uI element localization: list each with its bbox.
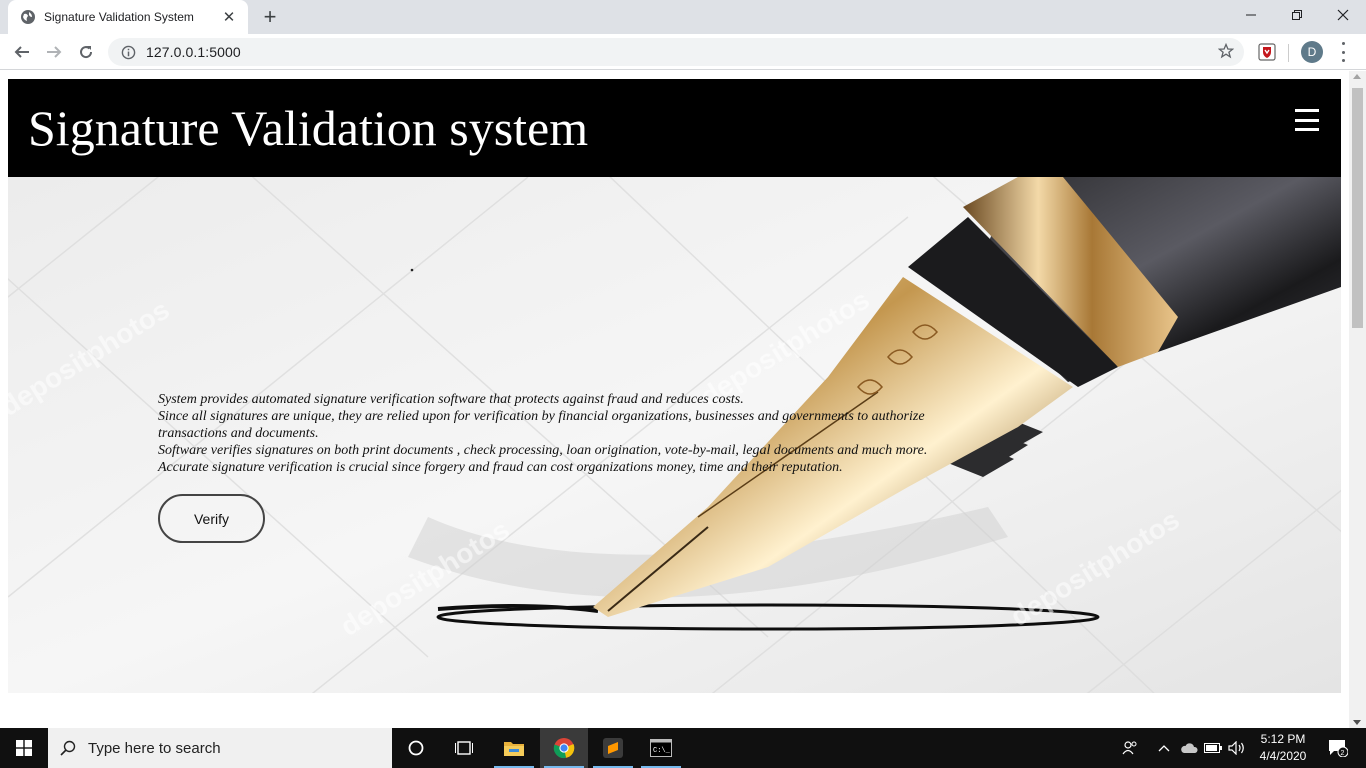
menu-kebab-icon[interactable]	[1338, 42, 1348, 62]
maximize-button[interactable]	[1274, 0, 1320, 30]
browser-tab[interactable]: Signature Validation System ✕	[8, 0, 248, 34]
scroll-down-arrow-icon[interactable]	[1353, 720, 1361, 725]
task-view-icon[interactable]	[440, 728, 488, 768]
chevron-up-icon[interactable]	[1154, 728, 1174, 768]
chrome-taskbar-icon[interactable]	[540, 728, 588, 768]
profile-avatar[interactable]: D	[1301, 41, 1323, 63]
globe-icon	[20, 9, 36, 25]
windows-logo-icon	[16, 740, 32, 756]
address-bar[interactable]: 127.0.0.1:5000	[108, 38, 1244, 66]
bookmark-star-icon[interactable]	[1217, 42, 1235, 64]
new-tab-button[interactable]: +	[258, 6, 282, 28]
back-arrow-icon	[14, 46, 29, 58]
extension-shield-icon[interactable]	[1258, 43, 1276, 61]
taskbar-clock[interactable]: 5:12 PM 4/4/2020	[1252, 731, 1314, 765]
forward-arrow-icon	[47, 46, 62, 58]
hero-line: System provides automated signature veri…	[158, 392, 744, 407]
hero-line: Software verifies signatures on both pri…	[158, 443, 928, 475]
search-icon	[60, 740, 76, 756]
verify-button[interactable]: Verify	[158, 494, 265, 543]
battery-icon[interactable]	[1202, 728, 1224, 768]
windows-taskbar: Type here to search C:\_ 5:12 PM 4/4/202…	[0, 728, 1366, 768]
hero-description: System provides automated signature veri…	[158, 391, 928, 476]
browser-toolbar: 127.0.0.1:5000 D	[0, 34, 1366, 70]
close-window-button[interactable]	[1320, 0, 1366, 30]
notification-count: 2	[1341, 750, 1345, 757]
scrollbar-thumb[interactable]	[1352, 88, 1363, 328]
search-placeholder: Type here to search	[88, 739, 221, 757]
page-scrollbar[interactable]	[1349, 71, 1366, 728]
command-prompt-icon[interactable]: C:\_	[637, 728, 685, 768]
hamburger-menu-icon[interactable]	[1295, 109, 1319, 131]
people-icon[interactable]	[1118, 728, 1142, 768]
site-header: Signature Validation system	[8, 79, 1341, 177]
start-button[interactable]	[0, 728, 48, 768]
toolbar-separator	[1288, 44, 1289, 62]
window-controls	[1228, 0, 1366, 30]
scroll-up-arrow-icon[interactable]	[1353, 74, 1361, 79]
minimize-button[interactable]	[1228, 0, 1274, 30]
hero-line: Since all signatures are unique, they ar…	[158, 409, 925, 441]
clock-date: 4/4/2020	[1259, 749, 1307, 763]
info-icon[interactable]	[120, 44, 136, 60]
browser-tabstrip: Signature Validation System ✕ +	[0, 0, 1366, 34]
tab-title: Signature Validation System	[44, 10, 194, 24]
onedrive-cloud-icon[interactable]	[1178, 728, 1200, 768]
back-button[interactable]	[9, 39, 35, 65]
hero-section: depositphotos depositphotos depositphoto…	[8, 177, 1341, 693]
forward-button[interactable]	[41, 39, 67, 65]
taskbar-search-box[interactable]: Type here to search	[48, 728, 392, 768]
svg-text:C:\_: C:\_	[653, 747, 671, 755]
sublime-text-icon[interactable]	[589, 728, 637, 768]
reload-icon	[80, 46, 93, 59]
close-tab-icon[interactable]: ✕	[220, 8, 238, 26]
url-text[interactable]: 127.0.0.1:5000	[146, 44, 241, 60]
site-title: Signature Validation system	[28, 100, 589, 156]
file-explorer-icon[interactable]	[490, 728, 538, 768]
volume-icon[interactable]	[1226, 728, 1248, 768]
page-viewport: Signature Validation system depositphoto…	[0, 71, 1366, 728]
reload-button[interactable]	[73, 39, 99, 65]
clock-time: 5:12 PM	[1260, 732, 1306, 746]
action-center-icon[interactable]: 2	[1318, 728, 1358, 768]
cortana-icon[interactable]	[392, 728, 440, 768]
